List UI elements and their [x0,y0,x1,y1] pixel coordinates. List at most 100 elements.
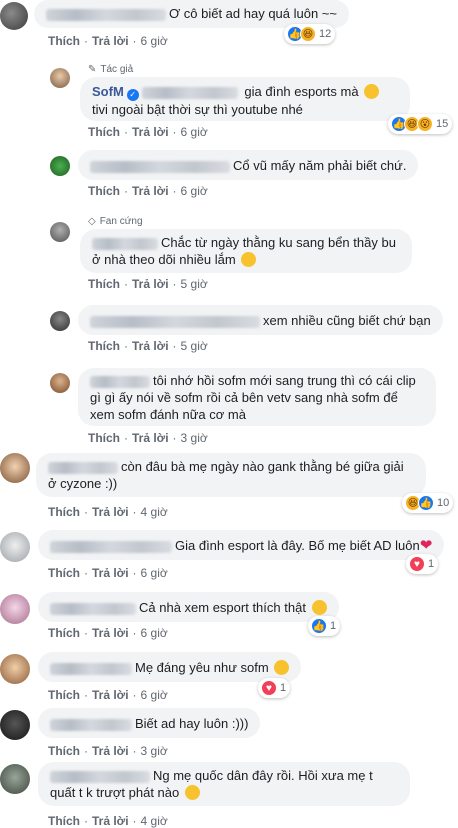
reply-button[interactable]: Trả lời [92,566,129,580]
reply-button[interactable]: Trả lời [132,277,169,291]
comment-bubble: Ng mẹ quốc dân đây rồi. Hồi xưa mẹ t quấ… [38,762,410,806]
timestamp: 6 giờ [140,626,168,640]
blurred-name [92,237,158,250]
avatar[interactable] [0,710,30,740]
comment-actions: Thích · Trả lời · 5 giờ [88,339,208,353]
reaction-summary[interactable]: ♥ 1 [406,554,439,574]
reply-button[interactable]: Trả lời [92,505,129,519]
reply-button[interactable]: Trả lời [92,744,129,758]
avatar[interactable] [0,532,30,562]
reply-button[interactable]: Trả lời [132,184,169,198]
reaction-count: 15 [436,118,449,130]
love-icon: ♥ [409,556,425,572]
reply-button[interactable]: Trả lời [92,814,129,828]
blurred-name [90,315,260,328]
reply-button[interactable]: Trả lời [92,626,129,640]
comment-actions: Thích · Trả lời · 5 giờ [88,277,208,291]
reaction-count: 1 [280,682,287,694]
like-button[interactable]: Thích [88,125,120,139]
reaction-count: 10 [437,497,450,509]
avatar[interactable] [50,68,70,88]
blurred-name [90,160,230,173]
grinning-emoji-icon [241,252,257,267]
comment-bubble: SofM ✓ gia đình esports mà tivi ngoài bật… [80,77,410,121]
reply-button[interactable]: Trả lời [132,431,169,445]
like-button[interactable]: Thích [48,626,80,640]
comment-actions: Thích · Trả lời · 3 giờ [88,431,208,445]
timestamp: 3 giờ [180,431,208,445]
reaction-count: 1 [428,558,435,570]
comment-bubble: còn đâu bà mẹ ngày nào gank thằng bé giữ… [36,453,426,497]
sad-emoji-icon [184,785,200,800]
avatar[interactable] [50,222,70,242]
comment-bubble: Biết ad hay luôn :))) [38,708,261,738]
avatar[interactable] [0,2,28,30]
avatar[interactable] [50,156,70,176]
comment-bubble: tôi nhớ hồi sofm mới sang trung thì có c… [78,368,436,426]
wow-icon: 😮 [417,116,433,132]
blurred-name [90,375,150,388]
like-button[interactable]: Thích [48,688,80,702]
reply-button[interactable]: Trả lời [92,34,129,48]
like-button[interactable]: Thích [48,505,80,519]
reaction-count: 1 [330,620,337,632]
comment-actions: Thích · Trả lời · 4 giờ [48,505,168,519]
avatar[interactable] [50,311,70,331]
avatar[interactable] [0,654,30,684]
comment-actions: Thích · Trả lời · 4 giờ [48,814,168,828]
fan-badge: ◇ Fan cứng [88,216,143,227]
haha-icon: 😆 [300,26,316,42]
like-icon: 👍 [418,495,434,511]
comment-actions: Thích · Trả lời · 6 giờ [48,688,168,702]
reply-button[interactable]: Trả lời [132,125,169,139]
comment-actions: Thích · Trả lời · 6 giờ [48,34,168,48]
comment-actions: Thích · Trả lời · 6 giờ [48,566,168,580]
like-button[interactable]: Thích [48,34,80,48]
reaction-summary[interactable]: 😆 👍 10 [402,493,454,513]
reply-button[interactable]: Trả lời [92,688,129,702]
like-button[interactable]: Thích [48,814,80,828]
pen-icon: ✎ [88,64,97,75]
reaction-summary[interactable]: ♥ 1 [258,678,291,698]
blurred-name [48,461,118,474]
like-button[interactable]: Thích [88,277,120,291]
timestamp: 6 giờ [180,125,208,139]
like-button[interactable]: Thích [88,339,120,353]
smiling-emoji-icon [311,600,327,615]
avatar[interactable] [0,453,30,483]
timestamp: 6 giờ [180,184,208,198]
blurred-name [50,540,172,553]
like-button[interactable]: Thích [48,566,80,580]
reaction-count: 12 [319,28,332,40]
like-button[interactable]: Thích [88,184,120,198]
comment-actions: Thích · Trả lời · 3 giờ [48,744,168,758]
verified-icon: ✓ [126,88,139,101]
reply-button[interactable]: Trả lời [132,339,169,353]
blurred-name [46,8,166,21]
heart-emoji-icon: ❤ [419,537,433,554]
comment-bubble: Cả nhà xem esport thích thật [38,592,339,622]
author-badge: ✎ Tác giả [88,64,134,75]
blurred-name [50,662,132,675]
comment-actions: Thích · Trả lời · 6 giờ [88,125,208,139]
timestamp: 6 giờ [140,688,168,702]
like-icon: 👍 [311,618,327,634]
avatar[interactable] [0,594,30,624]
reaction-summary[interactable]: 👍 😆 12 [284,24,336,44]
reaction-summary[interactable]: 👍 😆 😮 15 [388,114,453,134]
comment-actions: Thích · Trả lời · 6 giờ [48,626,168,640]
timestamp: 5 giờ [180,339,208,353]
diamond-icon: ◇ [88,216,96,227]
comment-bubble: xem nhiều cũng biết chứ bạn [78,305,443,335]
like-button[interactable]: Thích [88,431,120,445]
laughing-emoji-icon [364,84,380,99]
blurred-name [141,86,238,99]
timestamp: 4 giờ [140,814,168,828]
reaction-summary[interactable]: 👍 1 [308,616,341,636]
avatar[interactable] [50,373,70,393]
like-button[interactable]: Thích [48,744,80,758]
comment-bubble: Gia đình esport là đây. Bố mẹ biết AD lu… [38,530,445,560]
blurred-name [50,602,136,615]
avatar[interactable] [0,764,30,794]
author-name[interactable]: SofM [92,84,124,99]
